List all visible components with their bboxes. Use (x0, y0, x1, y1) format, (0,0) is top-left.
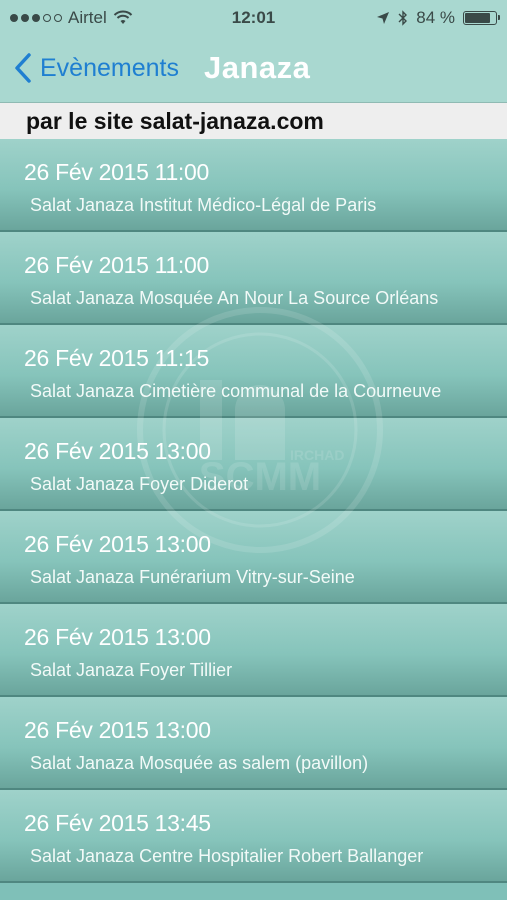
battery-level (465, 13, 490, 23)
back-button[interactable]: Evènements (12, 50, 179, 86)
bluetooth-icon (398, 10, 408, 26)
chevron-left-icon (15, 53, 31, 83)
event-date: 26 Fév 2015 13:45 (24, 810, 211, 836)
event-place: Salat Janaza Foyer Diderot (30, 474, 249, 494)
event-date: 26 Fév 2015 13:00 (24, 531, 211, 557)
battery-icon (463, 11, 500, 25)
event-place: Salat Janaza Centre Hospitalier Robert B… (30, 846, 424, 866)
list-item[interactable]: 26 Fév 2015 13:00 Salat Janaza Mosquée a… (0, 697, 507, 790)
page-title: Janaza (204, 50, 311, 85)
event-place: Salat Janaza Mosquée An Nour La Source O… (30, 288, 439, 308)
source-text: par le site salat-janaza.com (26, 108, 324, 134)
event-date: 26 Fév 2015 13:00 (24, 717, 211, 743)
event-date: 26 Fév 2015 11:00 (24, 159, 210, 185)
list-item[interactable]: 26 Fév 2015 13:00 Salat Janaza Foyer Til… (0, 604, 507, 697)
event-place: Salat Janaza Foyer Tillier (30, 660, 233, 680)
back-label: Evènements (40, 53, 179, 82)
status-bar: Airtel 12:01 84 % (0, 0, 507, 36)
event-place: Salat Janaza Cimetière communal de la Co… (30, 381, 442, 401)
location-arrow-icon (377, 12, 390, 24)
list-item[interactable]: 26 Fév 2015 13:45 Salat Janaza Centre Ho… (0, 790, 507, 883)
event-date: 26 Fév 2015 11:15 (24, 345, 210, 371)
list-item[interactable]: 26 Fév 2015 11:00 Salat Janaza Mosquée A… (0, 232, 507, 325)
list-item[interactable]: 26 Fév 2015 11:00 Salat Janaza Institut … (0, 139, 507, 232)
list-item[interactable]: 26 Fév 2015 13:00 Salat Janaza Funérariu… (0, 511, 507, 604)
event-date: 26 Fév 2015 13:00 (24, 438, 211, 464)
source-header: par le site salat-janaza.com (0, 103, 507, 139)
event-list: 26 Fév 2015 11:00 Salat Janaza Institut … (0, 139, 507, 883)
event-place: Salat Janaza Mosquée as salem (pavillon) (30, 753, 369, 773)
event-place: Salat Janaza Institut Médico-Légal de Pa… (30, 195, 377, 215)
status-right-group: 84 % (376, 8, 500, 28)
event-place: Salat Janaza Funérarium Vitry-sur-Seine (30, 567, 355, 587)
list-item[interactable]: 26 Fév 2015 13:00 Salat Janaza Foyer Did… (0, 418, 507, 511)
list-item[interactable]: 26 Fév 2015 11:15 Salat Janaza Cimetière… (0, 325, 507, 418)
navigation-bar: Evènements Janaza (0, 36, 507, 103)
battery-percent: 84 % (416, 8, 455, 27)
event-date: 26 Fév 2015 11:00 (24, 252, 210, 278)
event-date: 26 Fév 2015 13:00 (24, 624, 211, 650)
